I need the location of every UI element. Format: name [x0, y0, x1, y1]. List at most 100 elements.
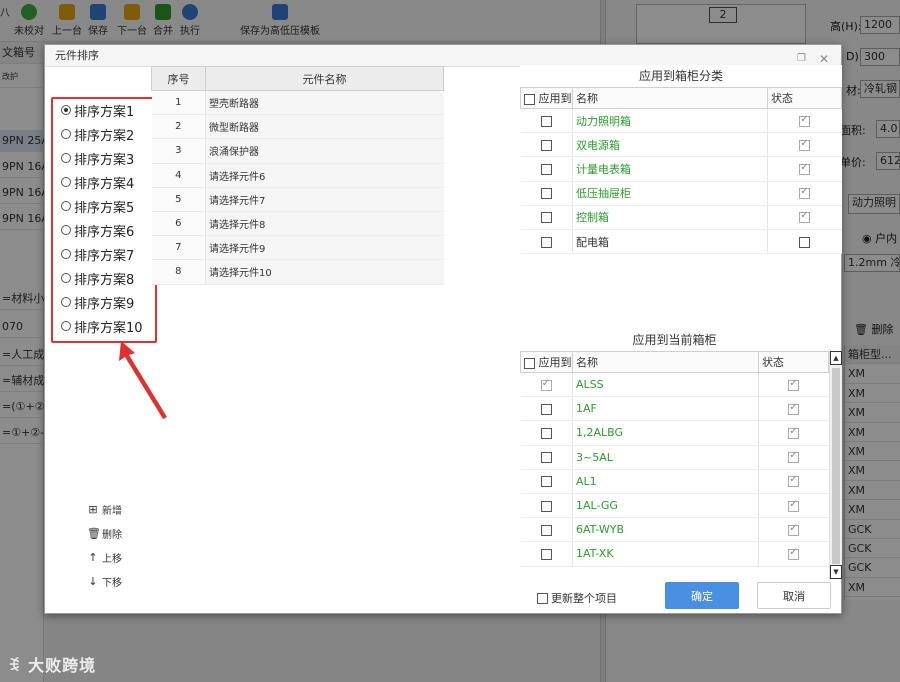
scheme-radio-1[interactable]: 排序方案1	[61, 99, 134, 121]
table-row[interactable]: 1 塑壳断路器	[151, 90, 444, 116]
cancel-button[interactable]: 取消	[757, 582, 831, 609]
table-row[interactable]: 4 请选择元件6	[151, 163, 444, 188]
table-row[interactable]: 6 请选择元件8	[151, 211, 444, 237]
table-row[interactable]: 7 请选择元件9	[151, 235, 444, 261]
add-button[interactable]: ⊞ 新增	[87, 497, 157, 521]
table-row[interactable]: 计量电表箱	[520, 156, 842, 182]
dialog-titlebar: 元件排序 ❐ ✕	[45, 45, 841, 67]
scheme-radio-5[interactable]: 排序方案5	[61, 195, 134, 217]
apply-checkbox[interactable]	[540, 139, 552, 151]
move-down-button[interactable]: ↓ 下移	[87, 569, 157, 593]
status-checkbox[interactable]	[799, 114, 811, 127]
table-row[interactable]: 1AT-XK	[520, 541, 829, 567]
radio-icon	[61, 249, 71, 259]
apply-checkbox[interactable]	[540, 378, 552, 391]
table-row[interactable]: 配电箱	[520, 229, 842, 255]
vertical-scrollbar[interactable]: ▲ ▼	[829, 351, 842, 579]
status-checkbox[interactable]	[788, 547, 800, 560]
checkbox-icon[interactable]	[537, 592, 548, 604]
row-name[interactable]: 浪涌保护器	[205, 138, 444, 164]
scroll-thumb[interactable]	[832, 368, 840, 564]
row-name[interactable]: 请选择元件6	[205, 163, 444, 188]
row-name[interactable]: 微型断路器	[205, 114, 444, 140]
current-cabinet-table: 应用到 名称 状态 ALSS 1AF 1,2ALBG 3~5AL AL1 1AL…	[520, 351, 829, 567]
table-row[interactable]: 5 请选择元件7	[151, 187, 444, 212]
table-row[interactable]: 3~5AL	[520, 445, 829, 470]
table-row[interactable]: 1,2ALBG	[520, 420, 829, 446]
move-up-button[interactable]: ↑ 上移	[87, 545, 157, 569]
status-checkbox[interactable]	[788, 474, 800, 488]
col-header-apply[interactable]: 应用到	[520, 87, 573, 109]
apply-checkbox[interactable]	[540, 403, 552, 415]
table-row[interactable]: 动力照明箱	[520, 108, 842, 134]
col-header-name[interactable]: 名称	[572, 87, 768, 109]
col-header-name[interactable]: 名称	[572, 351, 759, 373]
table-row[interactable]: 1AL-GG	[520, 493, 829, 519]
col-header-status[interactable]: 状态	[758, 351, 829, 373]
apply-checkbox[interactable]	[540, 188, 552, 200]
row-name[interactable]: 请选择元件9	[205, 235, 444, 261]
scheme-radio-4[interactable]: 排序方案4	[61, 171, 134, 193]
component-table: 序号 元件名称 1 塑壳断路器 2 微型断路器 3 浪涌保护器 4 请选择元件6 5 请选…	[151, 66, 444, 285]
status-checkbox[interactable]	[788, 402, 800, 415]
status-checkbox[interactable]	[799, 186, 811, 200]
table-row[interactable]: 8 请选择元件10	[151, 259, 444, 285]
col-header-no[interactable]: 序号	[151, 66, 206, 91]
table-row[interactable]: 6AT-WYB	[520, 517, 829, 543]
category-panel-title: 应用到箱柜分类	[638, 69, 723, 83]
ok-button[interactable]: 确定	[665, 582, 739, 609]
apply-checkbox[interactable]	[540, 212, 552, 224]
table-row[interactable]: 1AF	[520, 396, 829, 422]
status-checkbox[interactable]	[799, 138, 811, 151]
status-checkbox[interactable]	[788, 426, 800, 439]
table-row[interactable]: 双电源箱	[520, 132, 842, 158]
row-name[interactable]: 请选择元件8	[205, 211, 444, 237]
row-name: 配电箱	[572, 229, 768, 255]
status-checkbox[interactable]	[788, 378, 800, 391]
table-row[interactable]: AL1	[520, 469, 829, 494]
apply-checkbox[interactable]	[540, 500, 552, 512]
scheme-radio-8[interactable]: 排序方案8	[61, 267, 134, 289]
category-panel: 应用到箱柜分类 应用到 名称 状态 动力照明箱 双电源箱 计量电表箱 低压抽屉柜…	[520, 65, 842, 255]
status-checkbox[interactable]	[799, 236, 811, 248]
status-checkbox[interactable]	[799, 162, 811, 175]
table-row[interactable]: 低压抽屉柜	[520, 181, 842, 206]
row-name[interactable]: 请选择元件10	[205, 259, 444, 285]
apply-checkbox[interactable]	[540, 115, 552, 127]
scheme-radio-7[interactable]: 排序方案7	[61, 243, 134, 265]
apply-checkbox[interactable]	[540, 548, 552, 560]
apply-checkbox[interactable]	[540, 163, 552, 175]
apply-checkbox[interactable]	[540, 524, 552, 536]
table-row[interactable]: 2 微型断路器	[151, 114, 444, 140]
status-checkbox[interactable]	[788, 450, 800, 464]
apply-checkbox[interactable]	[540, 236, 552, 248]
col-header-status[interactable]: 状态	[767, 87, 842, 109]
status-checkbox[interactable]	[788, 523, 800, 536]
col-header-apply[interactable]: 应用到	[520, 351, 573, 373]
status-checkbox[interactable]	[799, 210, 811, 224]
table-row[interactable]: 控制箱	[520, 205, 842, 230]
table-row[interactable]: ALSS	[520, 372, 829, 398]
row-name: 3~5AL	[572, 445, 759, 470]
apply-checkbox[interactable]	[540, 476, 552, 488]
col-header-name[interactable]: 元件名称	[205, 66, 444, 91]
status-checkbox[interactable]	[788, 499, 800, 512]
scroll-down-icon[interactable]: ▼	[830, 565, 842, 579]
apply-checkbox[interactable]	[540, 427, 552, 439]
scheme-radio-3[interactable]: 排序方案3	[61, 147, 134, 169]
table-row[interactable]: 3 浪涌保护器	[151, 138, 444, 164]
apply-checkbox[interactable]	[540, 452, 552, 464]
scheme-radio-10[interactable]: 排序方案10	[61, 315, 143, 337]
checkbox-icon[interactable]	[524, 357, 535, 369]
checkbox-icon[interactable]	[524, 93, 535, 105]
row-name: 双电源箱	[572, 132, 768, 158]
row-name[interactable]: 塑壳断路器	[205, 90, 444, 116]
scheme-radio-9[interactable]: 排序方案9	[61, 291, 134, 313]
update-project-checkbox[interactable]: 更新整个项目	[537, 590, 617, 606]
scheme-radio-2[interactable]: 排序方案2	[61, 123, 134, 145]
delete-button[interactable]: 🗑 删除	[87, 521, 157, 545]
component-sort-dialog: 元件排序 ❐ ✕ 排序方案1 排序方案2 排序方案3 排序方案4 排序方案5 排…	[44, 44, 842, 614]
scheme-radio-6[interactable]: 排序方案6	[61, 219, 134, 241]
scroll-up-icon[interactable]: ▲	[830, 351, 842, 365]
row-name[interactable]: 请选择元件7	[205, 187, 444, 212]
